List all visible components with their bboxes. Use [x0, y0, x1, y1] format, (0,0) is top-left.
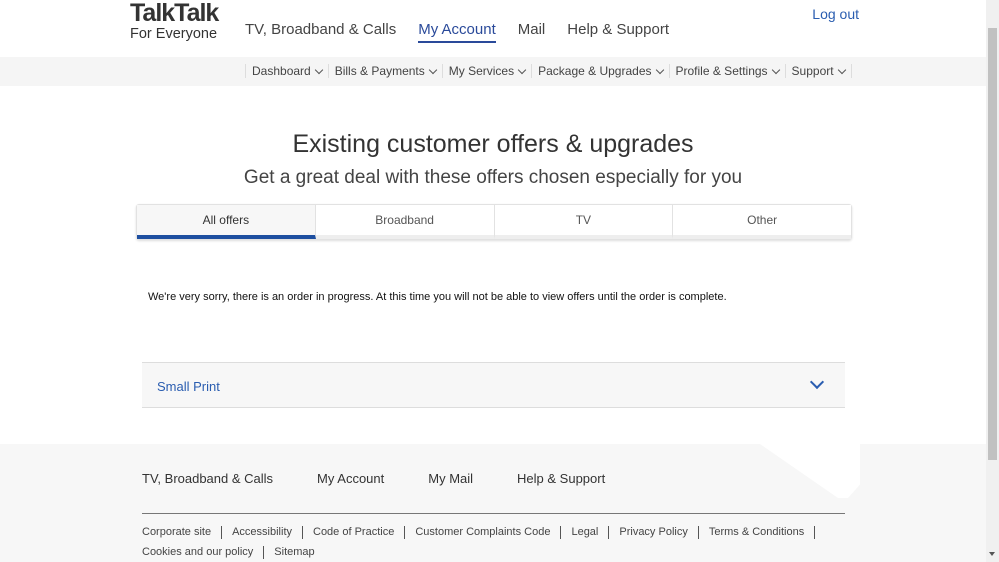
footer-link-complaints-code[interactable]: Customer Complaints Code [405, 526, 562, 539]
nav-help-support[interactable]: Help & Support [567, 21, 669, 43]
subnav-profile-settings[interactable]: Profile & Settings [668, 64, 785, 78]
footer-link-privacy-policy[interactable]: Privacy Policy [609, 526, 699, 539]
tab-broadband[interactable]: Broadband [315, 205, 495, 239]
logo-text: TalkTalk [130, 0, 219, 27]
order-in-progress-message: We're very sorry, there is an order in p… [148, 291, 727, 303]
chevron-down-icon [837, 65, 846, 74]
subnav-label: Package & Upgrades [538, 64, 652, 78]
subnav-dashboard[interactable]: Dashboard [245, 64, 328, 78]
top-nav: TV, Broadband & Calls My Account Mail He… [245, 21, 669, 43]
footer: TV, Broadband & Calls My Account My Mail… [0, 444, 986, 562]
footer-nav-help-support[interactable]: Help & Support [517, 471, 605, 486]
footer-decoration [760, 444, 860, 498]
footer-nav: TV, Broadband & Calls My Account My Mail… [142, 471, 605, 486]
footer-link-corporate-site[interactable]: Corporate site [142, 526, 223, 539]
page: TalkTalk For Everyone TV, Broadband & Ca… [0, 0, 986, 562]
chevron-down-icon [655, 65, 664, 74]
footer-nav-my-account[interactable]: My Account [317, 471, 384, 486]
footer-link-cookies[interactable]: Cookies and our policy [142, 546, 265, 559]
subnav-label: My Services [448, 64, 515, 78]
logout-link[interactable]: Log out [812, 6, 859, 22]
chevron-down-icon [771, 65, 780, 74]
chevron-down-icon [809, 374, 825, 390]
footer-nav-tv-broadband-calls[interactable]: TV, Broadband & Calls [142, 471, 273, 486]
footer-link-legal[interactable]: Legal [561, 526, 610, 539]
chevron-down-icon [314, 65, 323, 74]
subnav-bills-payments[interactable]: Bills & Payments [327, 64, 442, 78]
page-subtitle: Get a great deal with these offers chose… [243, 167, 743, 188]
small-print-accordion[interactable]: Small Print [142, 362, 845, 408]
footer-link-sitemap[interactable]: Sitemap [264, 546, 324, 559]
subnav-label: Profile & Settings [675, 64, 768, 78]
nav-tv-broadband-calls[interactable]: TV, Broadband & Calls [245, 21, 396, 43]
subnav-my-services[interactable]: My Services [441, 64, 531, 78]
scrollbar-thumb[interactable] [988, 28, 997, 460]
page-title: Existing customer offers & upgrades [292, 130, 694, 158]
nav-my-account[interactable]: My Account [418, 21, 496, 43]
subnav-label: Bills & Payments [334, 64, 425, 78]
subnav-package-upgrades[interactable]: Package & Upgrades [531, 64, 668, 78]
footer-divider [142, 513, 845, 514]
account-subnav: Dashboard Bills & Payments My Services P… [0, 57, 986, 86]
footer-nav-my-mail[interactable]: My Mail [428, 471, 473, 486]
footer-link-accessibility[interactable]: Accessibility [222, 526, 303, 539]
talktalk-logo[interactable]: TalkTalk For Everyone [130, 0, 219, 42]
tab-other[interactable]: Other [673, 205, 851, 239]
footer-link-code-of-practice[interactable]: Code of Practice [303, 526, 406, 539]
tab-tv[interactable]: TV [494, 205, 674, 239]
footer-link-terms[interactable]: Terms & Conditions [699, 526, 816, 539]
offer-tabs: All offers Broadband TV Other [136, 204, 852, 240]
logo-tagline: For Everyone [130, 26, 218, 42]
footer-links: Corporate site Accessibility Code of Pract… [142, 523, 842, 562]
small-print-label: Small Print [157, 379, 220, 394]
scroll-down-arrow-icon[interactable] [989, 552, 995, 559]
tab-all-offers[interactable]: All offers [137, 205, 316, 239]
subnav-label: Dashboard [252, 64, 311, 78]
subnav-support[interactable]: Support [784, 64, 852, 78]
chevron-down-icon [517, 65, 527, 74]
nav-mail[interactable]: Mail [518, 21, 546, 43]
vertical-scrollbar[interactable] [986, 0, 999, 562]
chevron-down-icon [428, 65, 437, 74]
subnav-label: Support [791, 64, 834, 78]
